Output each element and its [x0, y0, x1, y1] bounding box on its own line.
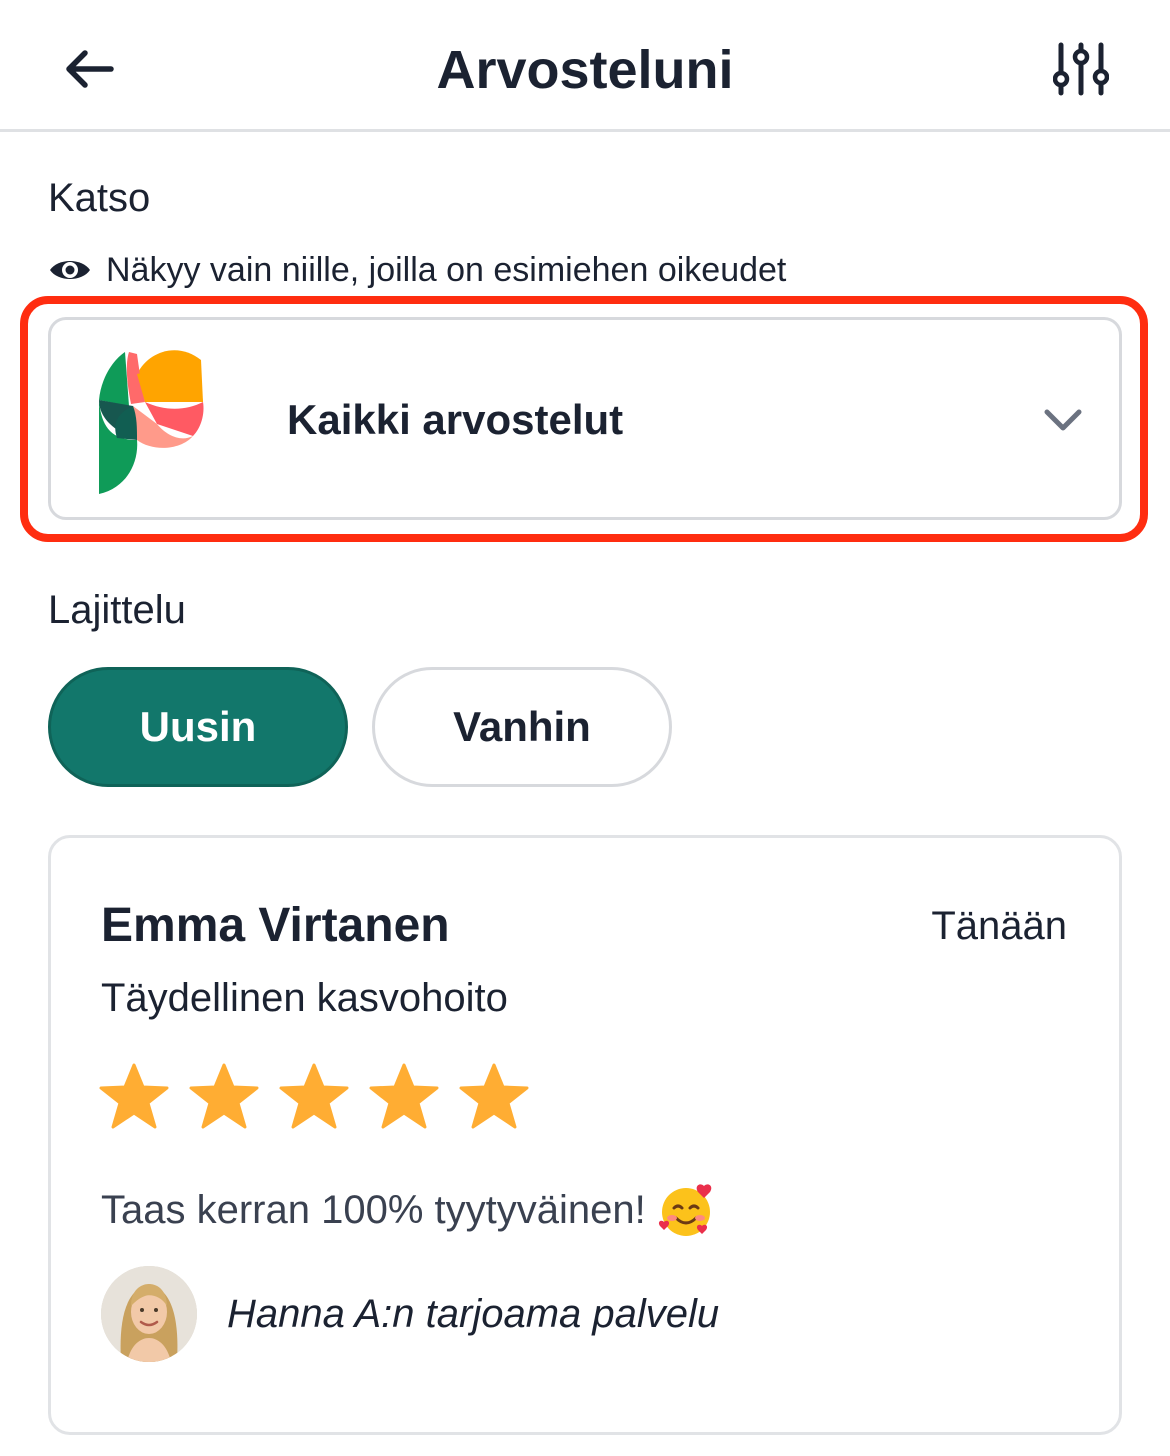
sort-label: Lajittelu	[48, 588, 186, 632]
review-date: Tänään	[931, 904, 1067, 948]
smiling-face-with-hearts-icon	[658, 1184, 712, 1236]
view-label: Katso	[48, 176, 151, 220]
service-provider: Hanna A:n tarjoama palvelu	[101, 1266, 719, 1362]
service-name: Täydellinen kasvohoito	[101, 976, 508, 1020]
review-text-content: Taas kerran 100% tyytyväinen!	[101, 1188, 646, 1232]
sliders-icon	[1053, 42, 1109, 96]
sort-oldest-button[interactable]: Vanhin	[372, 667, 672, 787]
review-text: Taas kerran 100% tyytyväinen!	[101, 1182, 714, 1238]
provider-avatar	[101, 1266, 197, 1362]
dropdown-selected-value: Kaikki arvostelut	[287, 396, 624, 443]
review-filter-dropdown[interactable]: Kaikki arvostelut	[48, 317, 1122, 520]
review-card[interactable]: Emma Virtanen Tänään Täydellinen kasvoho…	[48, 835, 1122, 1435]
star-rating	[97, 1062, 547, 1132]
star-icon	[189, 1063, 259, 1129]
provider-text: Hanna A:n tarjoama palvelu	[227, 1291, 720, 1336]
star-icon	[459, 1063, 529, 1129]
sort-newest-button[interactable]: Uusin	[48, 667, 348, 787]
eye-icon	[48, 255, 92, 285]
visibility-note-text: Näkyy vain niille, joilla on esimiehen o…	[106, 250, 787, 289]
brand-logo	[99, 350, 204, 494]
chevron-down-icon	[1044, 409, 1082, 431]
page-title: Arvosteluni	[436, 40, 734, 100]
visibility-note: Näkyy vain niille, joilla on esimiehen o…	[48, 248, 786, 292]
reviews-screen: Arvosteluni Katso Näkyy vain niille, joi…	[0, 0, 1170, 1456]
filter-button[interactable]	[1048, 36, 1114, 102]
reviewer-name: Emma Virtanen	[101, 899, 450, 952]
top-bar: Arvosteluni	[0, 0, 1170, 132]
star-icon	[369, 1063, 439, 1129]
star-icon	[279, 1063, 349, 1129]
star-icon	[99, 1063, 169, 1129]
